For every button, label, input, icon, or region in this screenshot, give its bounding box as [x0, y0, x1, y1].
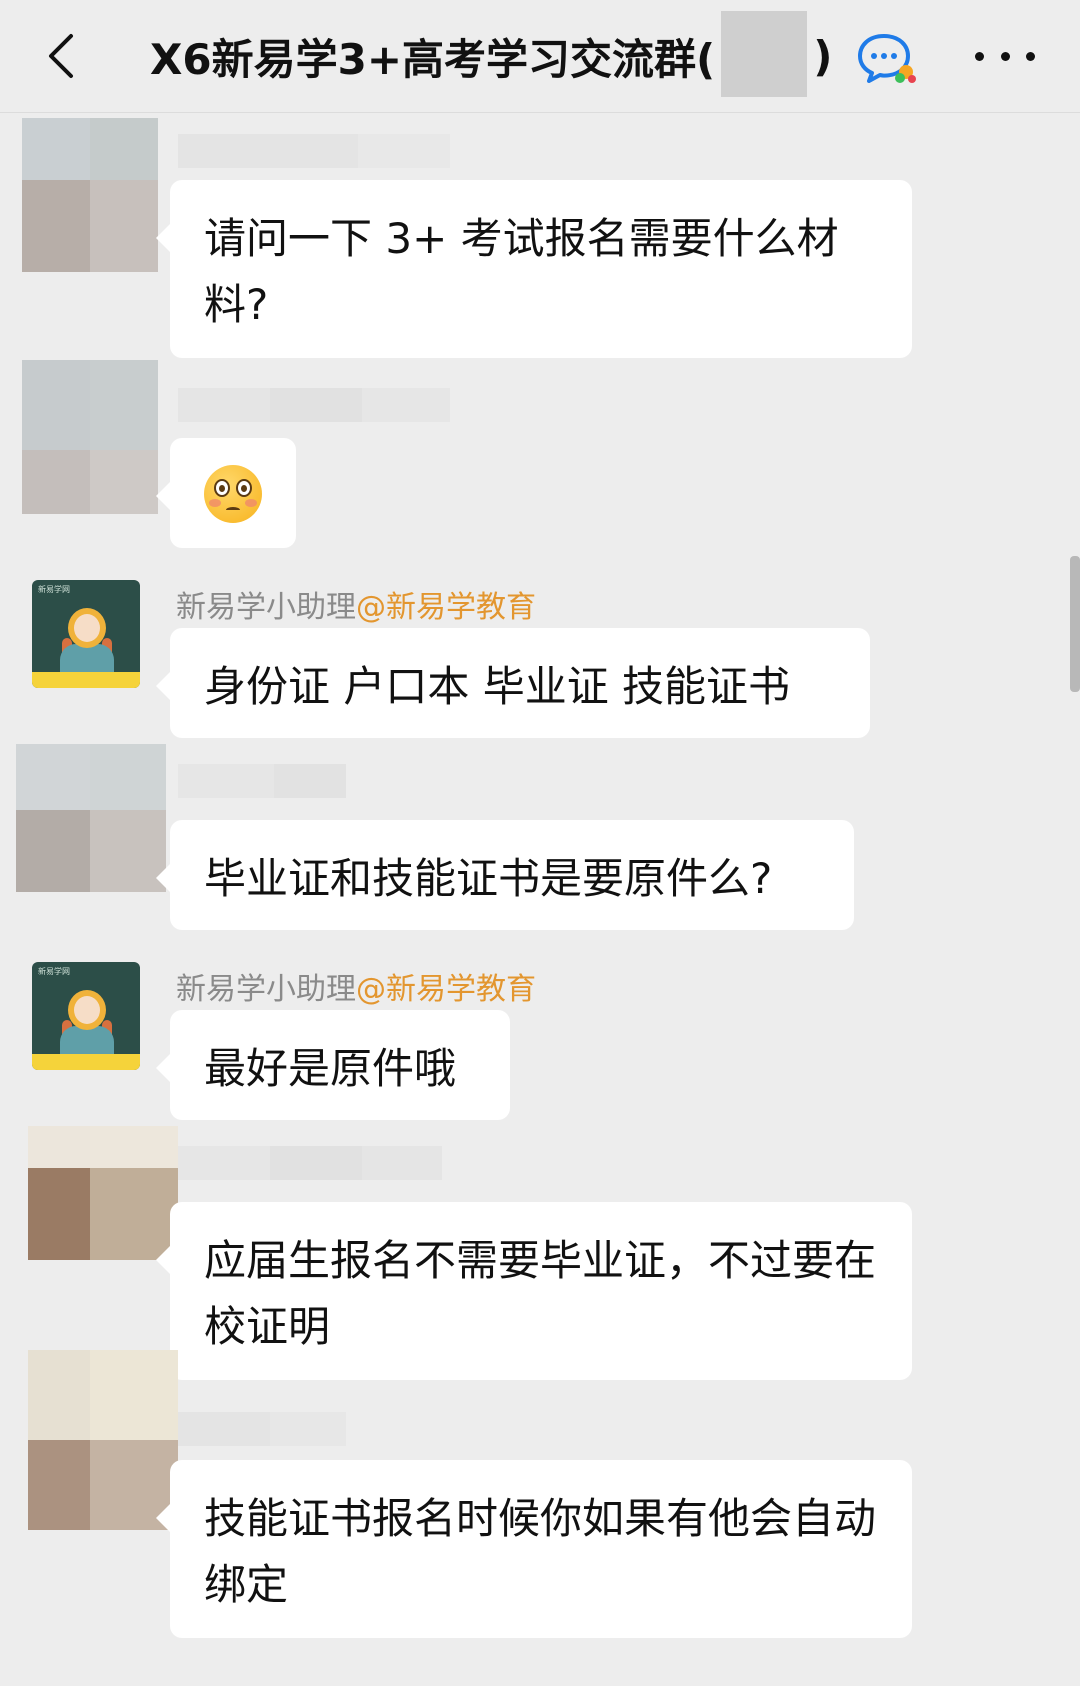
scrollbar[interactable]: [1070, 556, 1080, 692]
more-button[interactable]: [975, 36, 1035, 76]
back-button[interactable]: [30, 24, 90, 88]
avatar[interactable]: [22, 360, 158, 514]
chat-header: X6新易学3+高考学习交流群( ): [0, 0, 1080, 113]
sender-name[interactable]: 新易学小助理@新易学教育: [176, 582, 536, 626]
message-text: 技能证书报名时候你如果有他会自动绑定: [204, 1494, 877, 1609]
page-title[interactable]: X6新易学3+高考学习交流群( ): [150, 11, 833, 97]
avatar[interactable]: [22, 118, 158, 272]
flushed-face-emoji: [204, 465, 262, 523]
avatar[interactable]: 新易学网: [32, 580, 140, 688]
avatar-brand: 新易学网: [38, 967, 70, 976]
redacted-member-count: [721, 11, 808, 97]
chat-bubbles-icon[interactable]: [856, 32, 918, 84]
avatar-brand: 新易学网: [38, 585, 70, 594]
message-bubble[interactable]: [156, 438, 296, 548]
avatar[interactable]: [16, 744, 166, 892]
message-bubble[interactable]: 身份证 户口本 毕业证 技能证书: [156, 628, 870, 738]
title-text: X6新易学3+高考学习交流群(: [150, 34, 716, 84]
chevron-left-icon: [49, 34, 73, 78]
message-text: 最好是原件哦: [204, 1044, 457, 1093]
sender-name[interactable]: 新易学小助理@新易学教育: [176, 964, 536, 1008]
more-dots-icon: [975, 51, 984, 61]
message-bubble[interactable]: 技能证书报名时候你如果有他会自动绑定: [156, 1460, 912, 1638]
message-text: 毕业证和技能证书是要原件么?: [204, 854, 773, 903]
avatar[interactable]: 新易学网: [32, 962, 140, 1070]
avatar[interactable]: [28, 1350, 178, 1530]
message-bubble[interactable]: 最好是原件哦: [156, 1010, 510, 1120]
message-text: 身份证 户口本 毕业证 技能证书: [204, 662, 791, 711]
sender-org: @新易学教育: [356, 972, 536, 1007]
message-text: 请问一下 3+ 考试报名需要什么材料?: [204, 214, 839, 329]
sender-org: @新易学教育: [356, 590, 536, 625]
message-bubble[interactable]: 毕业证和技能证书是要原件么?: [156, 820, 854, 930]
avatar[interactable]: [28, 1126, 178, 1260]
message-bubble[interactable]: 应届生报名不需要毕业证，不过要在校证明: [156, 1202, 912, 1380]
message-bubble[interactable]: 请问一下 3+ 考试报名需要什么材料?: [156, 180, 912, 358]
title-suffix: ): [813, 31, 833, 81]
message-text: 应届生报名不需要毕业证，不过要在校证明: [204, 1236, 877, 1351]
